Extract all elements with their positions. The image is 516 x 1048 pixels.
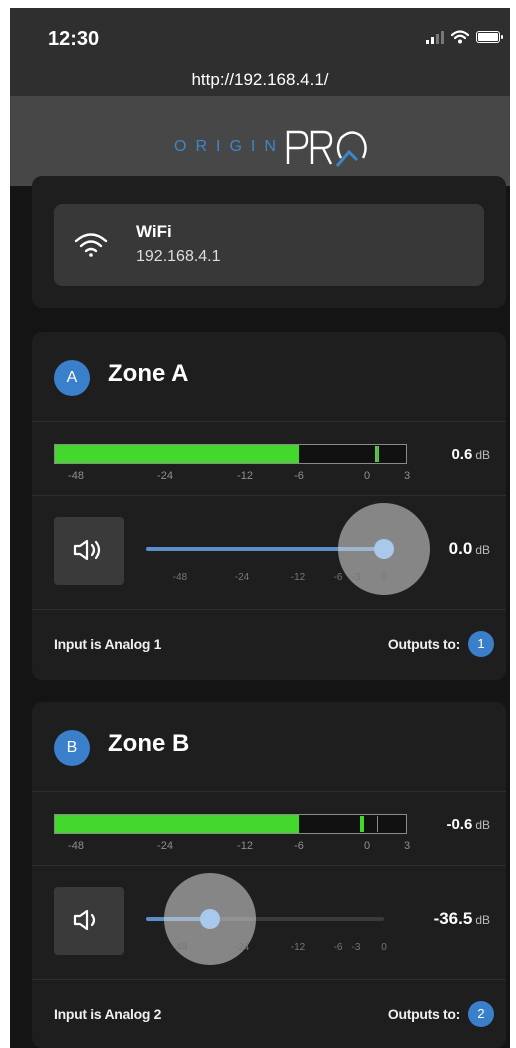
meter-tick: -48 [68, 470, 84, 482]
browser-top-bar: 12:30 http://192.168.4.1/ [10, 8, 510, 96]
io-row: Input is Analog 1 Outputs to: 1 [32, 610, 506, 680]
wifi-label: WiFi [136, 222, 172, 241]
outputs-label: Outputs to: [387, 1006, 460, 1022]
volume-tick: -12 [290, 942, 306, 953]
volume-tick: 0 [381, 572, 387, 583]
status-time: 12:30 [48, 28, 100, 50]
zone-card-b: B Zone B -48 -24 -12 -6 0 3 -0.6 dB -48 … [32, 702, 506, 1048]
volume-scale: -48 -24 -12 -6 -3 0 [146, 942, 387, 956]
zone-header[interactable]: A Zone A [32, 332, 506, 422]
level-meter-row: -48 -24 -12 -6 0 3 -0.6 dB [32, 792, 506, 866]
speaker-on-icon [73, 539, 101, 561]
zone-title: Zone B [108, 730, 190, 757]
volume-value: -36.5 dB [433, 909, 490, 928]
wifi-info-box[interactable]: WiFi 192.168.4.1 [54, 204, 484, 286]
logo-pro-mark [286, 130, 367, 167]
meter-value: 0.6 dB [451, 446, 490, 463]
wifi-ip-address: 192.168.4.1 [136, 248, 221, 265]
meter-scale: -48 -24 -12 -6 0 3 [54, 470, 434, 484]
cellular-signal-icon [426, 30, 444, 44]
zone-badge: B [54, 730, 90, 766]
volume-tick: -12 [290, 572, 306, 583]
level-meter-zero-mark [377, 446, 378, 462]
logo-text: ORIGIN [174, 138, 285, 155]
url-bar[interactable]: http://192.168.4.1/ [10, 70, 510, 90]
io-row: Input is Analog 2 Outputs to: 2 [32, 980, 506, 1048]
level-meter-fill [55, 445, 299, 463]
volume-tick: -48 [172, 942, 188, 953]
input-label[interactable]: Input is Analog 2 [54, 1006, 161, 1022]
output-badge[interactable]: 1 [468, 631, 494, 657]
meter-tick: 3 [403, 840, 411, 852]
meter-tick: -24 [157, 840, 173, 852]
input-label[interactable]: Input is Analog 1 [54, 636, 161, 652]
meter-tick: -6 [294, 840, 304, 852]
wifi-icon [74, 233, 108, 257]
output-badge[interactable]: 2 [468, 1001, 494, 1027]
meter-tick: -6 [294, 470, 304, 482]
volume-slider-thumb[interactable] [199, 909, 220, 929]
volume-tick: -24 [234, 942, 250, 953]
level-meter-fill [55, 815, 299, 833]
meter-tick: -12 [237, 840, 253, 852]
meter-tick: -48 [68, 840, 84, 852]
volume-tick: -48 [172, 572, 188, 583]
meter-tick: 0 [363, 840, 371, 852]
zone-header[interactable]: B Zone B [32, 702, 506, 792]
volume-row: -48 -24 -12 -6 -3 0 0.0 dB [32, 496, 506, 610]
volume-tick: -3 [351, 572, 361, 583]
speaker-low-icon [73, 909, 96, 931]
phone-screen: 12:30 http://192.168.4.1/ ORIGIN WiFi 19… [10, 8, 510, 1048]
wifi-card: WiFi 192.168.4.1 [32, 176, 506, 308]
volume-row: -48 -24 -12 -6 -3 0 -36.5 dB [32, 866, 506, 980]
volume-slider[interactable] [146, 503, 430, 595]
level-meter-row: -48 -24 -12 -6 0 3 0.6 dB [32, 422, 506, 496]
meter-tick: -12 [237, 470, 253, 482]
level-meter-zero-mark [377, 816, 378, 832]
level-meter [54, 814, 407, 834]
wifi-status-icon [451, 30, 469, 44]
volume-value: 0.0 dB [448, 539, 490, 558]
volume-tick: -6 [333, 942, 343, 953]
meter-tick: 3 [403, 470, 411, 482]
meter-scale: -48 -24 -12 -6 0 3 [54, 840, 434, 854]
zone-card-a: A Zone A -48 -24 -12 -6 0 3 0.6 dB -48 -… [32, 332, 506, 680]
volume-slider[interactable] [146, 873, 384, 965]
meter-value: -0.6 dB [446, 816, 490, 833]
zone-title: Zone A [108, 360, 189, 387]
origin-pro-logo: ORIGIN [174, 126, 369, 168]
status-icons [426, 30, 503, 44]
zone-badge: A [54, 360, 90, 396]
meter-tick: 0 [363, 470, 371, 482]
outputs-label: Outputs to: [387, 636, 460, 652]
level-meter [54, 444, 407, 464]
volume-tick: -3 [351, 942, 361, 953]
meter-tick: -24 [157, 470, 173, 482]
volume-tick: -24 [234, 572, 250, 583]
volume-tick: 0 [381, 942, 387, 953]
volume-tick: -6 [333, 572, 343, 583]
volume-slider-thumb[interactable] [374, 539, 394, 559]
level-meter-peak [360, 816, 365, 832]
header-logo-bar: ORIGIN [10, 96, 510, 186]
volume-scale: -48 -24 -12 -6 -3 0 [146, 572, 387, 586]
mute-button[interactable] [54, 887, 124, 955]
battery-icon [476, 31, 503, 43]
mute-button[interactable] [54, 517, 124, 585]
main-content: WiFi 192.168.4.1 A Zone A -48 -24 -12 -6… [10, 176, 510, 1048]
